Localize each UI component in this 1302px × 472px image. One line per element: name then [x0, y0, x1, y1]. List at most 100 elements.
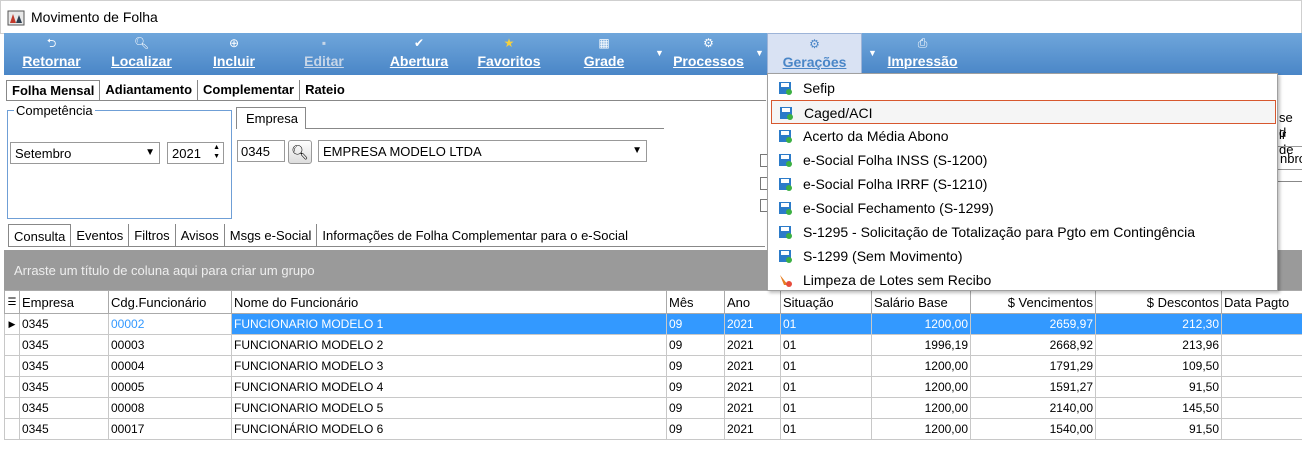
table-cell[interactable]: 2668,92 — [970, 334, 1096, 356]
row-indicator[interactable] — [4, 397, 20, 419]
empresa-search-button[interactable]: 🔍︎ — [288, 140, 312, 164]
table-cell[interactable]: FUNCIONÁRIO MODELO 6 — [231, 418, 667, 440]
table-cell[interactable]: FUNCIONARIO MODELO 2 — [231, 334, 667, 356]
table-cell[interactable]: 1540,00 — [970, 418, 1096, 440]
table-row[interactable]: 0345 00005 FUNCIONARIO MODELO 4 09 2021 01 120… — [4, 376, 1302, 398]
menu-item-esocial-fechamento[interactable]: e-Social Fechamento (S-1299) — [771, 196, 1276, 220]
menu-item-sefip[interactable]: Sefip — [771, 76, 1276, 100]
col-descontos[interactable]: $ Descontos — [1095, 290, 1222, 314]
table-cell[interactable]: 2140,00 — [970, 397, 1096, 419]
month-select[interactable]: Setembro ▼ — [10, 142, 160, 164]
empresa-code-input[interactable]: 0345 — [237, 140, 285, 162]
table-cell[interactable]: 2021 — [724, 376, 781, 398]
table-row[interactable]: 0345 00008 FUNCIONARIO MODELO 5 09 2021 01 120… — [4, 397, 1302, 419]
editar-button[interactable]: ▪ Editar — [289, 33, 359, 75]
table-cell[interactable]: 0345 — [19, 313, 109, 335]
table-cell[interactable]: 91,50 — [1095, 376, 1222, 398]
table-cell[interactable]: 00008 — [108, 397, 232, 419]
table-cell[interactable]: FUNCIONARIO MODELO 3 — [231, 355, 667, 377]
menu-item-s1299-sem-movimento[interactable]: S-1299 (Sem Movimento) — [771, 244, 1276, 268]
table-cell[interactable] — [1221, 376, 1302, 398]
tab-empresa[interactable]: Empresa — [236, 107, 306, 129]
table-cell[interactable]: 1200,00 — [871, 355, 971, 377]
table-cell[interactable] — [1221, 397, 1302, 419]
tab-avisos[interactable]: Avisos — [176, 224, 225, 246]
table-cell[interactable]: 0345 — [19, 397, 109, 419]
table-cell[interactable]: 0345 — [19, 355, 109, 377]
spin-up-icon[interactable]: ▲ — [213, 144, 220, 151]
col-data-pagto[interactable]: Data Pagto — [1221, 290, 1302, 314]
table-cell[interactable]: 00017 — [108, 418, 232, 440]
year-spinner[interactable]: 2021 ▲ ▼ — [167, 142, 224, 164]
table-cell[interactable]: 1200,00 — [871, 397, 971, 419]
table-cell[interactable]: 09 — [666, 418, 725, 440]
menu-item-acerto-media-abono[interactable]: Acerto da Média Abono — [771, 124, 1276, 148]
menu-item-s1295[interactable]: S-1295 - Solicitação de Totalização para… — [771, 220, 1276, 244]
table-cell[interactable]: 1200,00 — [871, 418, 971, 440]
table-cell[interactable]: 145,50 — [1095, 397, 1222, 419]
table-cell[interactable]: 1791,29 — [970, 355, 1096, 377]
col-ano[interactable]: Ano — [724, 290, 781, 314]
table-cell[interactable]: 2021 — [724, 397, 781, 419]
tab-complementar[interactable]: Complementar — [198, 80, 301, 100]
right-select-fragment[interactable]: nbro — [1277, 146, 1302, 170]
table-cell[interactable]: 00003 — [108, 334, 232, 356]
table-cell[interactable]: 2021 — [724, 334, 781, 356]
impressao-button[interactable]: ⎙ Impressão — [880, 33, 965, 75]
table-cell[interactable]: 09 — [666, 334, 725, 356]
col-mes[interactable]: Mês — [666, 290, 725, 314]
table-cell[interactable] — [1221, 418, 1302, 440]
tab-msgs-esocial[interactable]: Msgs e-Social — [225, 224, 318, 246]
menu-item-esocial-irrf[interactable]: e-Social Folha IRRF (S-1210) — [771, 172, 1276, 196]
col-empresa[interactable]: Empresa — [19, 290, 109, 314]
grade-button[interactable]: ▦ Grade — [569, 33, 639, 75]
table-row[interactable]: 0345 00003 FUNCIONARIO MODELO 2 09 2021 01 199… — [4, 334, 1302, 356]
localizar-button[interactable]: 🔍︎ Localizar — [104, 33, 179, 75]
tab-consulta[interactable]: Consulta — [8, 224, 72, 246]
table-cell[interactable]: FUNCIONARIO MODELO 5 — [231, 397, 667, 419]
incluir-button[interactable]: ⊕ Incluir — [199, 33, 269, 75]
table-cell[interactable] — [1221, 334, 1302, 356]
favoritos-button[interactable]: ★ Favoritos — [469, 33, 549, 75]
table-cell[interactable]: 2021 — [724, 355, 781, 377]
table-cell[interactable]: 212,30 — [1095, 313, 1222, 335]
table-cell[interactable]: 1200,00 — [871, 376, 971, 398]
table-cell[interactable]: 01 — [780, 397, 872, 419]
table-cell[interactable]: 01 — [780, 376, 872, 398]
table-cell[interactable]: 1200,00 — [871, 313, 971, 335]
row-indicator[interactable] — [4, 376, 20, 398]
abertura-button[interactable]: ✔ Abertura — [379, 33, 459, 75]
table-cell[interactable]: 2021 — [724, 313, 781, 335]
processos-dropdown-arrow[interactable]: ▼ — [755, 48, 764, 58]
geracoes-button[interactable]: ⚙ Gerações — [767, 33, 862, 75]
table-cell[interactable]: 0345 — [19, 418, 109, 440]
table-cell[interactable]: 00002 — [108, 313, 232, 335]
geracoes-dropdown-arrow[interactable]: ▼ — [868, 48, 877, 58]
table-cell[interactable]: 0345 — [19, 376, 109, 398]
table-cell[interactable]: 109,50 — [1095, 355, 1222, 377]
table-cell[interactable]: 2021 — [724, 418, 781, 440]
table-cell[interactable]: 1996,19 — [871, 334, 971, 356]
table-cell[interactable]: 2659,97 — [970, 313, 1096, 335]
table-cell[interactable]: 91,50 — [1095, 418, 1222, 440]
tab-filtros[interactable]: Filtros — [129, 224, 176, 246]
table-cell[interactable]: 09 — [666, 313, 725, 335]
table-cell[interactable] — [1221, 313, 1302, 335]
tab-eventos[interactable]: Eventos — [71, 224, 130, 246]
table-cell[interactable]: FUNCIONARIO MODELO 4 — [231, 376, 667, 398]
table-cell[interactable]: 213,96 — [1095, 334, 1222, 356]
menu-item-caged-aci[interactable]: Caged/ACI — [771, 100, 1276, 124]
col-cdg-funcionario[interactable]: Cdg.Funcionário — [108, 290, 232, 314]
table-cell[interactable]: 09 — [666, 376, 725, 398]
row-indicator[interactable] — [4, 418, 20, 440]
grade-dropdown-arrow[interactable]: ▼ — [655, 48, 664, 58]
table-cell[interactable]: 01 — [780, 355, 872, 377]
table-cell[interactable]: 0345 — [19, 334, 109, 356]
table-cell[interactable]: 01 — [780, 334, 872, 356]
column-chooser-icon[interactable]: ☰ — [4, 290, 20, 314]
tab-rateio[interactable]: Rateio — [300, 80, 350, 100]
tab-info-complementar[interactable]: Informações de Folha Complementar para o… — [317, 224, 633, 246]
row-indicator[interactable] — [4, 334, 20, 356]
retornar-button[interactable]: ⮌ Retornar — [14, 33, 89, 75]
table-row[interactable]: ▶ 0345 00002 FUNCIONARIO MODELO 1 09 2021 01 12… — [4, 313, 1302, 335]
